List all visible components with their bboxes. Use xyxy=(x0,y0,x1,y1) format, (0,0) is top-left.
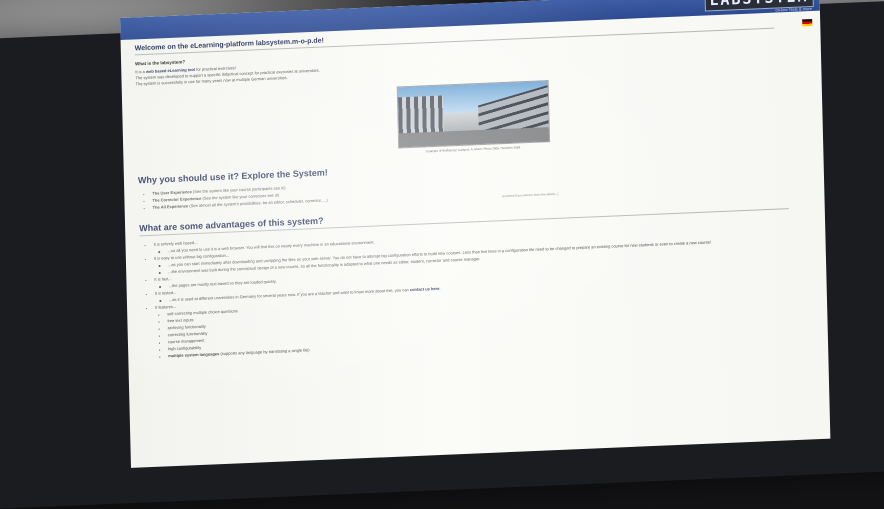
all-experience-link[interactable]: The All Experience xyxy=(153,203,189,209)
logo-subtitle: on-line Tests & more xyxy=(775,6,812,13)
feature-bold: multiple system languages xyxy=(168,351,220,359)
campus-figure: Example of Wolfsburg / Campus, A. Mohn: … xyxy=(396,80,551,154)
advantages-list: It is entirely web based... ...so all yo… xyxy=(139,213,813,360)
contact-link[interactable]: contact us here xyxy=(410,286,440,292)
main-content: Welcome on the eLearning-platform labsys… xyxy=(134,17,814,360)
advantage-text: It is tested... xyxy=(154,289,177,296)
intro-prefix: It is a xyxy=(135,68,147,75)
advantage-text: It features... xyxy=(155,303,177,310)
monitor-screen: LABSYSTEM on-line Tests & more Welcome o… xyxy=(120,0,831,468)
feature-rest: (supports any language by translating a … xyxy=(219,347,310,357)
detail-suffix: . xyxy=(439,285,441,291)
advantage-text: It is fast... xyxy=(154,276,172,282)
campus-photo xyxy=(396,80,551,149)
